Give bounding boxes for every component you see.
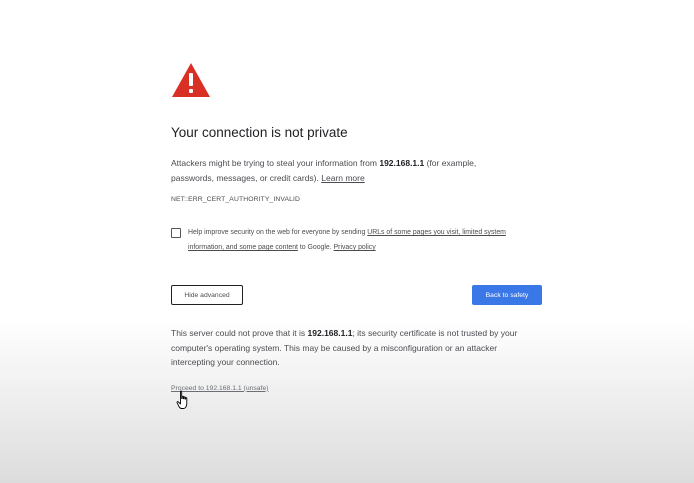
hand-pointer-icon bbox=[176, 390, 188, 409]
error-code: NET::ERR_CERT_AUTHORITY_INVALID bbox=[171, 196, 300, 203]
learn-more-link[interactable]: Learn more bbox=[321, 173, 364, 183]
interstitial-container: Your connection is not private Attackers… bbox=[171, 62, 543, 395]
details-message: This server could not prove that it is 1… bbox=[171, 326, 543, 370]
page-title: Your connection is not private bbox=[171, 125, 348, 140]
button-row: Hide advanced Back to safety bbox=[171, 285, 543, 307]
reporting-opt-in: Help improve security on the web for eve… bbox=[171, 225, 543, 255]
main-message: Attackers might be trying to steal your … bbox=[171, 156, 521, 185]
hide-advanced-button[interactable]: Hide advanced bbox=[171, 285, 243, 305]
reporting-text-middle: to Google. bbox=[297, 244, 334, 251]
message-host: 192.168.1.1 bbox=[379, 158, 425, 168]
reporting-text-prefix: Help improve security on the web for eve… bbox=[188, 229, 368, 236]
back-to-safety-button[interactable]: Back to safety bbox=[472, 285, 542, 305]
privacy-policy-link[interactable]: Privacy policy bbox=[334, 244, 376, 251]
warning-triangle-icon bbox=[172, 63, 210, 97]
reporting-text: Help improve security on the web for eve… bbox=[188, 225, 538, 255]
details-host: 192.168.1.1 bbox=[307, 328, 353, 338]
reporting-checkbox[interactable] bbox=[171, 228, 181, 238]
details-prefix: This server could not prove that it is bbox=[171, 328, 308, 338]
message-prefix: Attackers might be trying to steal your … bbox=[171, 158, 380, 168]
